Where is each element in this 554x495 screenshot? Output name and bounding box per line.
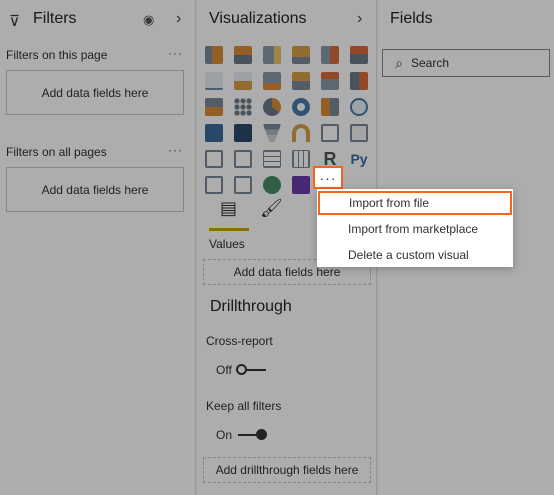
keep-all-filters-label: Keep all filters xyxy=(206,399,282,413)
drillthrough-drop-well[interactable]: Add drillthrough fields here xyxy=(203,457,371,483)
toggle-knob xyxy=(235,364,247,375)
cross-report-toggle[interactable]: Off xyxy=(216,363,266,377)
area-chart-icon[interactable] xyxy=(234,72,252,90)
filters-title: Filters xyxy=(33,10,77,27)
stacked-column-chart-icon[interactable] xyxy=(234,46,252,64)
filters-page-drop-well[interactable]: Add data fields here xyxy=(6,70,184,115)
collapse-filters-chevron-icon[interactable]: › xyxy=(176,10,181,28)
power-apps-icon[interactable] xyxy=(292,176,310,194)
collapse-viz-chevron-icon[interactable]: › xyxy=(357,10,362,28)
custom-visual-context-menu: Import from file Import from marketplace… xyxy=(317,189,513,267)
drillthrough-title: Drillthrough xyxy=(210,298,292,315)
python-visual-icon[interactable]: Py xyxy=(350,150,368,168)
donut-chart-icon[interactable] xyxy=(292,98,310,116)
filters-all-pages-label: Filters on all pages xyxy=(6,145,107,159)
values-label: Values xyxy=(209,237,245,251)
multi-row-card-icon[interactable] xyxy=(350,124,368,142)
fields-search-input[interactable]: ⌕ Search xyxy=(382,49,550,77)
stacked-area-chart-icon[interactable] xyxy=(263,72,281,90)
cross-report-state: Off xyxy=(216,363,232,377)
visualizations-title: Visualizations xyxy=(209,10,307,27)
cross-report-track xyxy=(235,364,266,375)
pie-chart-icon[interactable] xyxy=(263,98,281,116)
filters-all-drop-well[interactable]: Add data fields here xyxy=(6,167,184,212)
filters-all-more-icon[interactable]: ··· xyxy=(168,143,183,157)
100-stacked-bar-chart-icon[interactable] xyxy=(321,46,339,64)
fields-tab-icon[interactable]: ▤ xyxy=(220,198,237,219)
key-influencers-icon[interactable] xyxy=(205,176,223,194)
filters-pane: ⊽ Filters ◉ › Filters on this page ··· A… xyxy=(0,0,196,495)
card-icon[interactable] xyxy=(321,124,339,142)
filters-page-more-icon[interactable]: ··· xyxy=(168,46,183,60)
waterfall-chart-icon[interactable] xyxy=(205,98,223,116)
treemap-icon[interactable] xyxy=(321,98,339,116)
toggle-knob xyxy=(256,429,268,440)
funnel-chart-icon[interactable] xyxy=(263,124,281,142)
fields-title: Fields xyxy=(390,10,433,27)
line-chart-icon[interactable] xyxy=(205,72,223,90)
format-paint-roller-icon[interactable]: 🖌 xyxy=(260,198,283,219)
arcgis-map-icon[interactable] xyxy=(263,176,281,194)
map-icon[interactable] xyxy=(350,98,368,116)
filled-map-icon[interactable] xyxy=(205,124,223,142)
table-icon[interactable] xyxy=(263,150,281,168)
line-and-clustered-column-icon[interactable] xyxy=(321,72,339,90)
keep-all-filters-toggle[interactable]: On xyxy=(216,428,268,442)
import-from-marketplace-menu-item[interactable]: Import from marketplace xyxy=(317,217,513,241)
import-from-file-menu-item[interactable]: Import from file xyxy=(318,191,512,215)
search-placeholder: Search xyxy=(411,56,450,70)
search-icon: ⌕ xyxy=(395,54,403,71)
eye-icon[interactable]: ◉ xyxy=(143,12,154,28)
qa-visual-icon[interactable] xyxy=(234,176,252,194)
cross-report-label: Cross-report xyxy=(206,334,273,348)
scatter-chart-icon[interactable] xyxy=(234,98,252,116)
delete-custom-visual-menu-item[interactable]: Delete a custom visual xyxy=(317,243,513,267)
kpi-icon[interactable] xyxy=(205,150,223,168)
keep-filters-state: On xyxy=(216,428,233,442)
filter-funnel-icon: ⊽ xyxy=(9,13,20,30)
ribbon-chart-icon[interactable] xyxy=(350,72,368,90)
shape-map-icon[interactable] xyxy=(234,124,252,142)
gauge-icon[interactable] xyxy=(292,124,310,142)
clustered-bar-chart-icon[interactable] xyxy=(263,46,281,64)
more-visuals-button[interactable]: ··· xyxy=(313,166,343,189)
slicer-icon[interactable] xyxy=(234,150,252,168)
active-tab-underline xyxy=(209,228,249,231)
filters-on-this-page-label: Filters on this page xyxy=(6,48,108,62)
line-and-column-chart-icon[interactable] xyxy=(292,72,310,90)
clustered-column-chart-icon[interactable] xyxy=(292,46,310,64)
keep-filters-track xyxy=(238,429,268,440)
matrix-icon[interactable] xyxy=(292,150,310,168)
100-stacked-column-chart-icon[interactable] xyxy=(350,46,368,64)
stacked-bar-chart-icon[interactable] xyxy=(205,46,223,64)
